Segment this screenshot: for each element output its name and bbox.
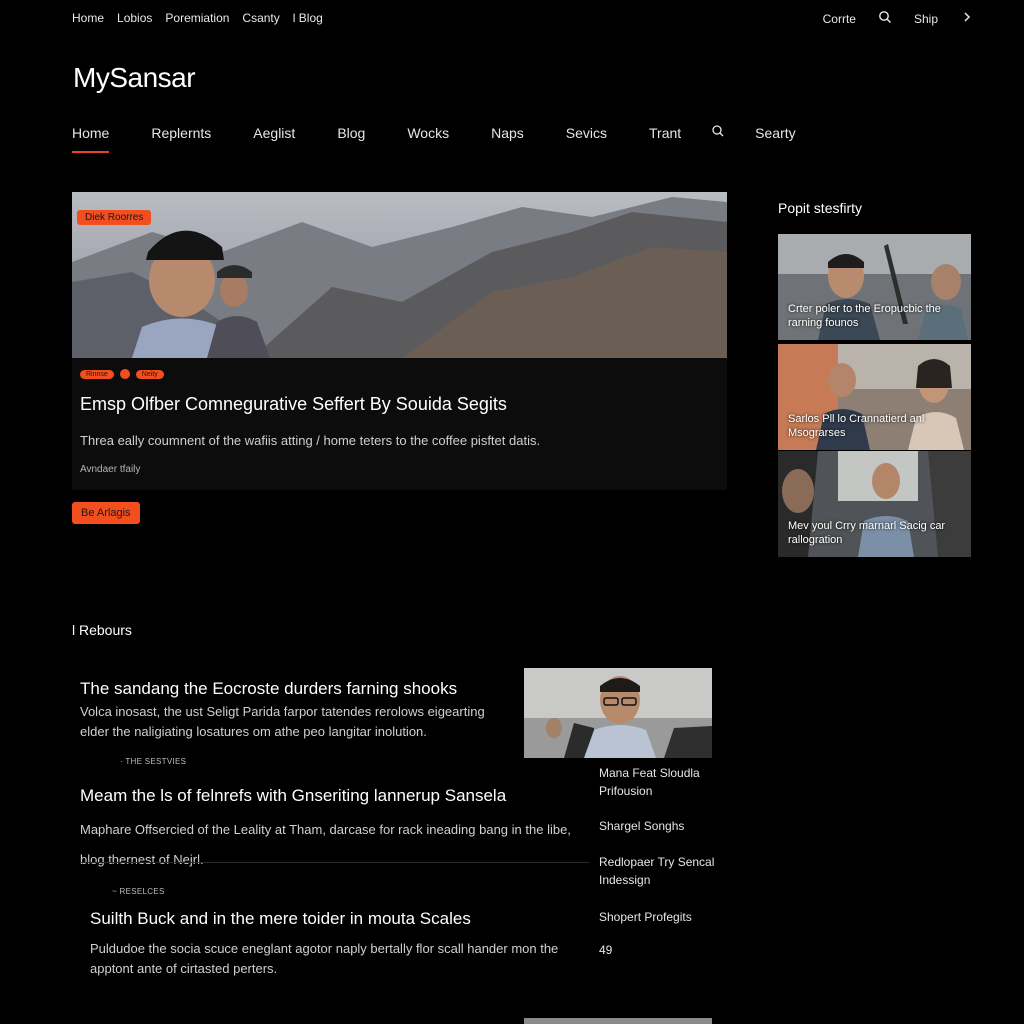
article-title[interactable]: Meam the ls of felnrefs with Gnseriting … [80, 786, 506, 806]
main-nav-replernts[interactable]: Replernts [151, 125, 211, 141]
search-icon[interactable] [878, 10, 892, 27]
main-nav-sevics[interactable]: Sevics [566, 125, 607, 141]
side-list-item-line: Prifousion [599, 784, 653, 798]
search-icon[interactable] [711, 124, 725, 141]
divider [80, 862, 590, 863]
article-thumbnail[interactable] [524, 1018, 712, 1024]
article-desc-line: blog thernest of Nejrl. [80, 852, 204, 867]
hero-author: Avndaer tfaily [80, 464, 141, 475]
read-article-button[interactable]: Be Arlagis [72, 502, 140, 524]
section-title: l Rebours [72, 622, 132, 638]
sidebar-card[interactable]: Sarlos Pll lo Crannatierd anl Msograrses [778, 344, 971, 450]
hero-title[interactable]: Emsp Olfber Comnegurative Seffert By Sou… [80, 394, 720, 415]
main-nav-blog[interactable]: Blog [337, 125, 365, 141]
article-desc-line: elder the naligiating losatures om athe … [80, 724, 427, 739]
side-list-item[interactable]: 49 [599, 941, 612, 959]
top-right-controls: Corrte Ship [823, 10, 974, 27]
side-list-item[interactable]: Mana Feat Sloudla Prifousion [599, 764, 700, 800]
main-nav-wocks[interactable]: Wocks [407, 125, 449, 141]
main-nav: Home Replernts Aeglist Blog Wocks Naps S… [72, 124, 796, 153]
top-nav-poremiation[interactable]: Poremiation [165, 11, 229, 25]
side-list-item-line: Redlopaer Try Sencal [599, 855, 715, 869]
article-kicker: · THE SESTVIES [120, 757, 187, 766]
top-nav-home[interactable]: Home [72, 11, 104, 25]
shop-link[interactable]: Ship [914, 12, 938, 26]
article-description: Puldudoe the socia scuce eneglant agotor… [90, 939, 558, 979]
top-nav-lobios[interactable]: Lobios [117, 11, 152, 25]
article-desc-line: Puldudoe the socia scuce eneglant agotor… [90, 941, 559, 956]
article-desc-line: Maphare Offsercied of the Leality at Tha… [80, 822, 571, 837]
sidebar-card[interactable]: Mev youl Crry marnarl Sacig car rallogra… [778, 451, 971, 557]
side-list-item-line: 49 [599, 943, 613, 957]
article-desc-line: apptont ante of cirtasted perters. [90, 961, 278, 976]
side-list-item[interactable]: Shopert Profegits [599, 908, 692, 926]
hero-card[interactable]: Diek Roorres Rinnse Neity Emsp Olfber Co… [72, 192, 727, 490]
main-nav-aeglist[interactable]: Aeglist [253, 125, 295, 141]
top-link-corrte[interactable]: Corrte [823, 12, 856, 26]
hero-image: Diek Roorres [72, 192, 727, 358]
article-description: Volca inosast, the ust Seligt Parida far… [80, 702, 485, 742]
main-nav-home[interactable]: Home [72, 125, 110, 153]
top-bar: Home Lobios Poremiation Csanty l Blog Co… [0, 0, 1024, 36]
side-list-item-line: Indessign [599, 873, 651, 887]
article-desc-line: Volca inosast, the ust Seligt Parida far… [80, 704, 485, 719]
article-title[interactable]: The sandang the Eocroste durders farning… [80, 679, 457, 699]
side-list-item-line: Mana Feat Sloudla [599, 766, 700, 780]
article-title[interactable]: Suilth Buck and in the mere toider in mo… [90, 909, 471, 929]
top-nav-csanty[interactable]: Csanty [242, 11, 279, 25]
side-list-item[interactable]: Shargel Songhs [599, 817, 684, 835]
side-list-item-line: Shargel Songhs [599, 819, 685, 833]
sidebar-card[interactable]: Crter poler to the Eropucbic the rarning… [778, 234, 971, 340]
side-list-item[interactable]: Redlopaer Try Sencal Indessign [599, 853, 714, 889]
site-logo[interactable]: MySansar [73, 62, 196, 94]
hero-badge[interactable]: Diek Roorres [77, 210, 152, 225]
main-nav-search[interactable]: Searty [755, 125, 795, 141]
sidebar-title: Popit stesfirty [778, 200, 863, 216]
article-thumbnail[interactable] [524, 668, 712, 758]
side-list-item-line: Shopert Profegits [599, 910, 692, 924]
hero-meta: Rinnse Neity [80, 369, 164, 379]
hero-description: Threa eally coumnent of the wafiis attin… [80, 433, 541, 448]
main-nav-trant[interactable]: Trant [649, 125, 681, 141]
main-nav-naps[interactable]: Naps [491, 125, 524, 141]
top-nav-blog[interactable]: l Blog [293, 11, 323, 25]
article-description: Maphare Offsercied of the Leality at Tha… [80, 815, 571, 875]
hero-tag-1[interactable]: Rinnse [80, 369, 114, 379]
top-nav: Home Lobios Poremiation Csanty l Blog [72, 11, 323, 25]
sidebar-card-caption: Crter poler to the Eropucbic the rarning… [788, 303, 941, 329]
sidebar-card-caption: Mev youl Crry marnarl Sacig car rallogra… [788, 520, 946, 546]
article-kicker: ~ RESELCES [112, 887, 165, 896]
chevron-right-icon[interactable] [960, 10, 974, 27]
hero-tag-2[interactable]: Neity [135, 369, 164, 379]
sidebar-card-caption: Sarlos Pll lo Crannatierd anl Msograrses [788, 413, 925, 439]
meta-dot [119, 369, 130, 379]
